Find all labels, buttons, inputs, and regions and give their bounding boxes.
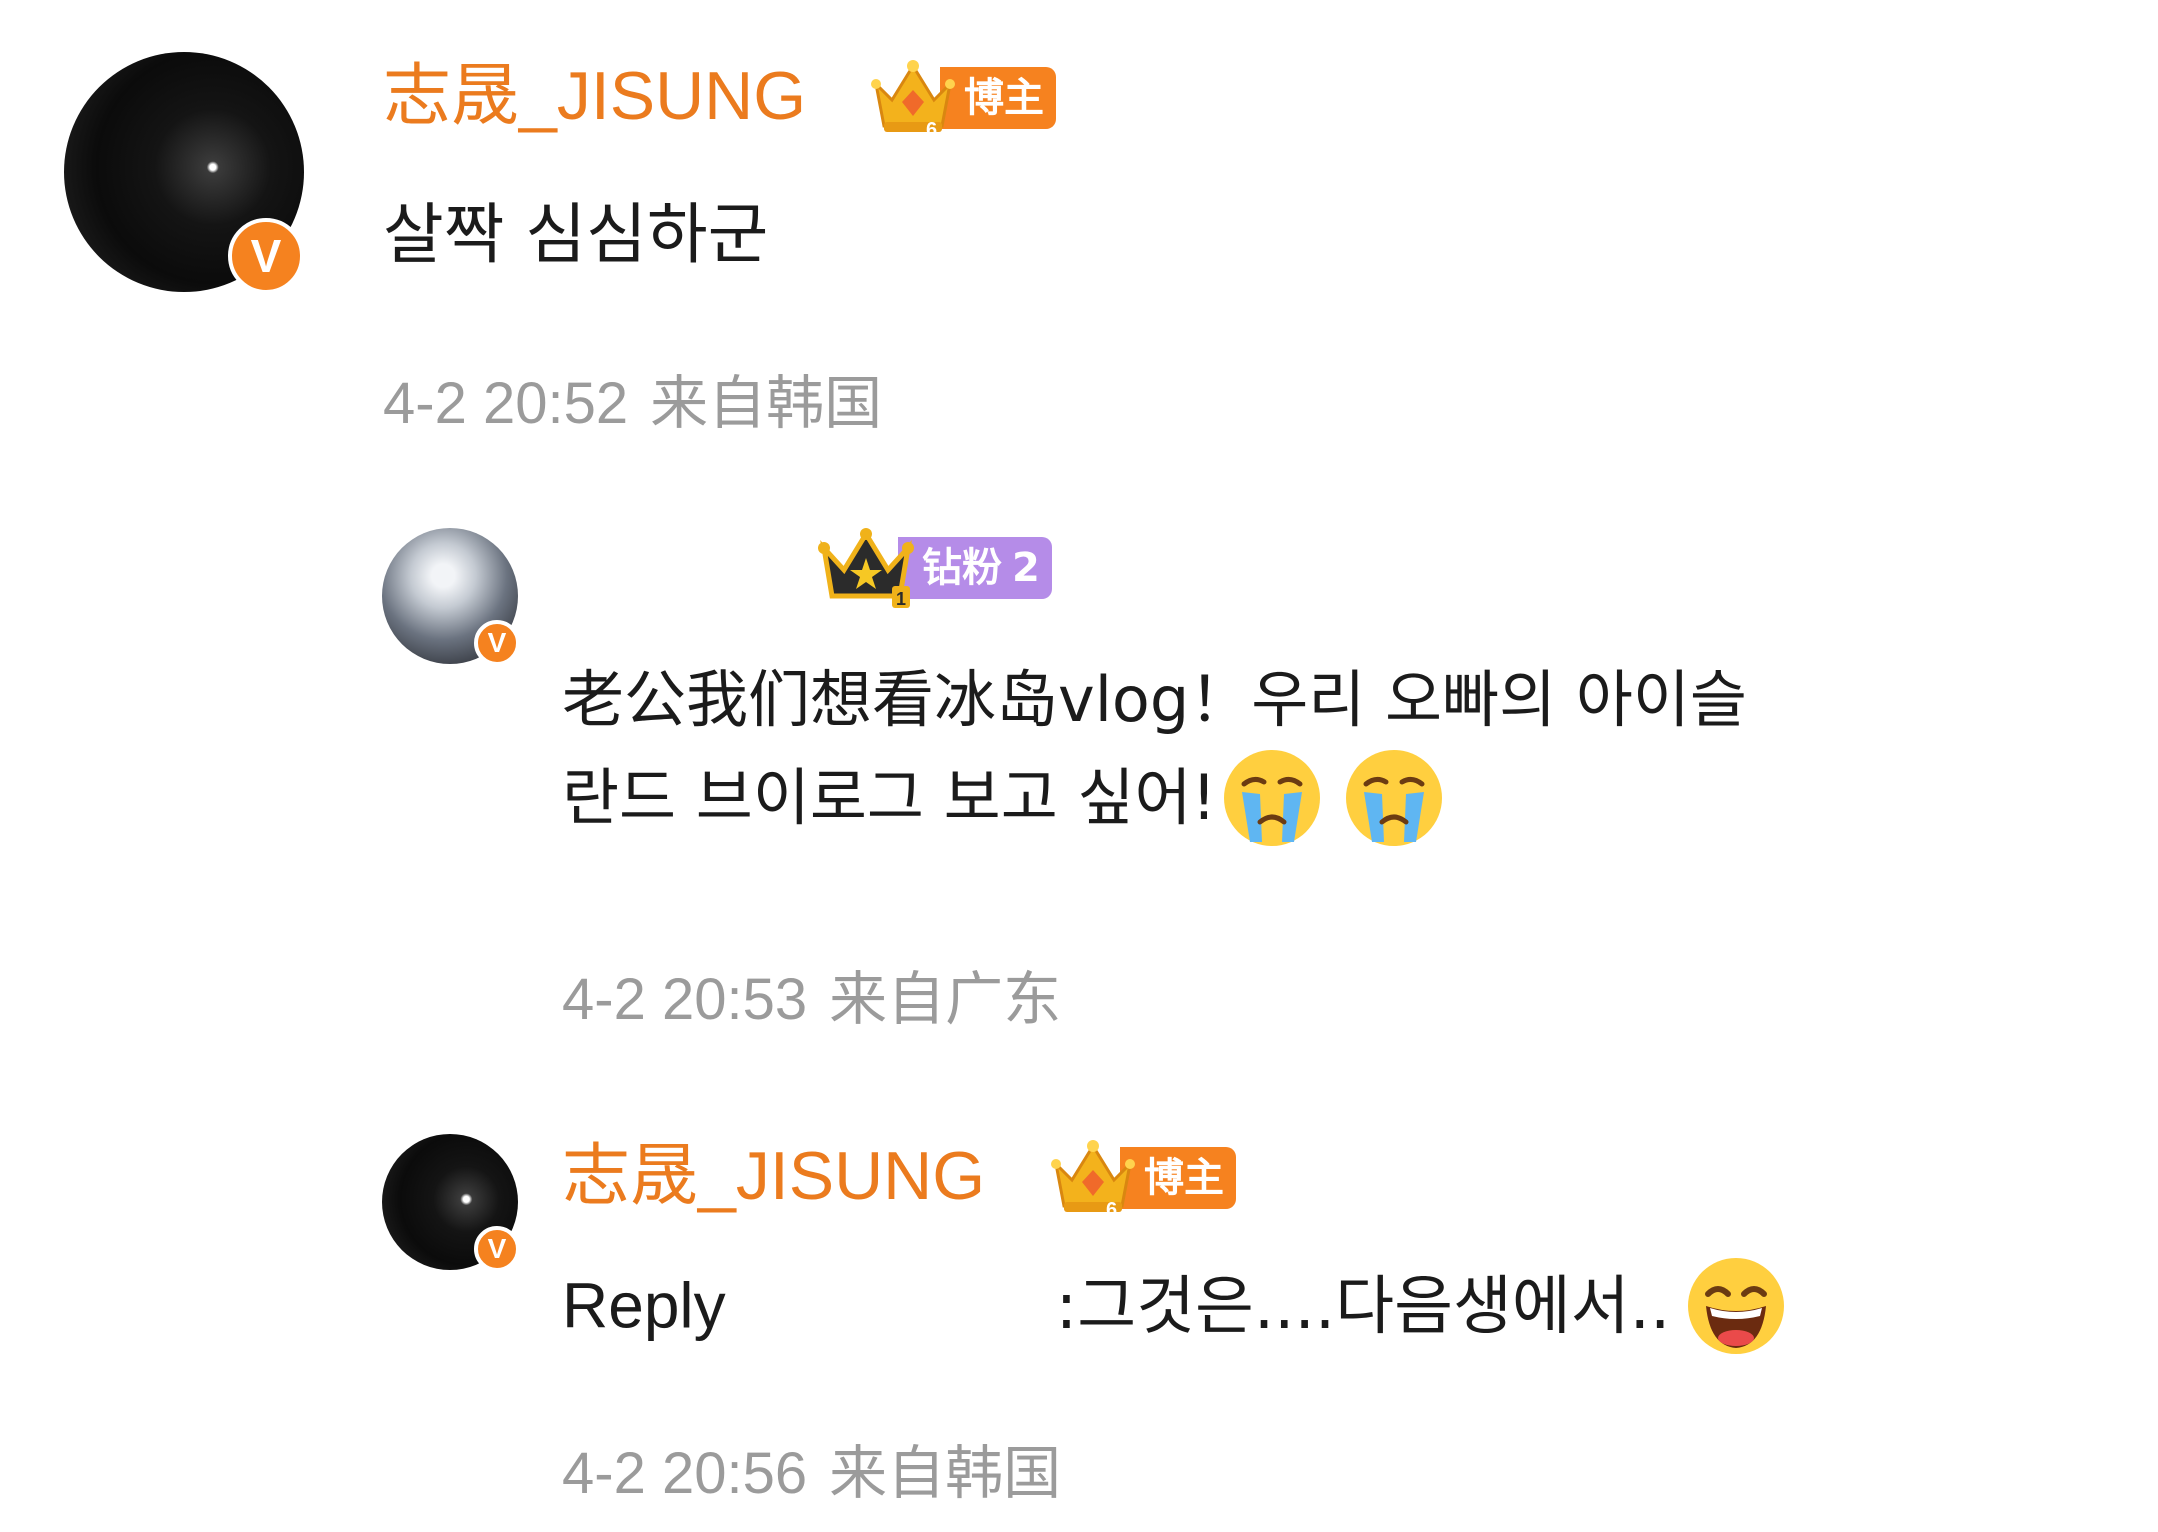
comment-text[interactable]: Reply :그것은....다음생에서.. <box>562 1258 1788 1362</box>
verified-badge-icon: V <box>474 620 520 666</box>
comment-meta: 4-2 20:52 来自韩国 <box>383 356 882 440</box>
reply-text: :그것은....다음생에서.. <box>1055 1269 1671 1344</box>
comment-text[interactable]: 살짝 심심하군 <box>383 188 768 282</box>
badge-label: 博主 <box>1120 1147 1236 1209</box>
badge-label: 博主 <box>940 67 1056 129</box>
comment-thread: V 志晟_JISUNG 6 博主 살짝 심심하군 4-2 20:52 来自韩国 <box>0 0 2158 1532</box>
crown-icon: 1 <box>818 526 914 610</box>
laughing-emoji-icon <box>1684 1254 1788 1358</box>
badge-label: 钻粉 2 <box>898 537 1052 599</box>
comment-line: 老公我们想看冰岛vlog！우리 오빠의 아이슬 <box>562 663 1747 736</box>
badge-text: 钻粉 <box>922 545 1002 591</box>
crown-level: 1 <box>896 589 906 609</box>
reply-label[interactable]: Reply <box>562 1270 726 1342</box>
comment-text[interactable]: 老公我们想看冰岛vlog！우리 오빠의 아이슬 란드 브이로그 보고 싶어! <box>562 656 2082 854</box>
crown-icon: 6 <box>870 56 956 140</box>
crown-icon: 6 <box>1050 1136 1136 1220</box>
location: 来自广东 <box>829 965 1062 1033</box>
crying-emoji-icon <box>1342 746 1446 850</box>
verified-badge-icon: V <box>228 218 304 294</box>
crying-emoji-icon <box>1220 746 1324 850</box>
badge-level: 2 <box>1012 545 1040 591</box>
username[interactable]: 志晟_JISUNG <box>562 1132 985 1220</box>
location: 来自韩国 <box>650 369 883 437</box>
verified-badge-icon: V <box>474 1226 520 1272</box>
comment-meta: 4-2 20:56 来自韩国 <box>562 1426 1061 1510</box>
comment-line-with-emoji: 란드 브이로그 보고 싶어! <box>562 750 2082 854</box>
badge-level: 6 <box>926 119 937 140</box>
timestamp: 4-2 20:56 <box>562 1441 808 1506</box>
comment-meta: 4-2 20:53 来自广东 <box>562 952 1061 1036</box>
fan-badge[interactable]: 1 钻粉 2 <box>818 526 1052 610</box>
location: 来自韩国 <box>829 1439 1062 1507</box>
username[interactable]: 志晟_JISUNG <box>383 52 806 140</box>
blogger-badge[interactable]: 6 博主 <box>870 56 1056 140</box>
badge-level: 6 <box>1106 1199 1117 1220</box>
comment-line: 란드 브이로그 보고 싶어! <box>562 761 1217 835</box>
timestamp: 4-2 20:52 <box>383 371 629 436</box>
timestamp: 4-2 20:53 <box>562 967 808 1032</box>
blogger-badge[interactable]: 6 博主 <box>1050 1136 1236 1220</box>
